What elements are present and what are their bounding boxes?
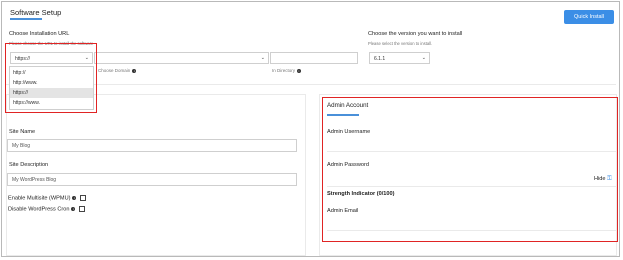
version-select[interactable]: 6.1.1 ⌄	[369, 52, 430, 64]
info-icon[interactable]: i	[71, 207, 76, 211]
highlight-protocol-box	[5, 43, 97, 113]
site-description-label: Site Description	[9, 162, 49, 168]
software-setup-panel: Software Setup Quick Install Choose Inst…	[1, 1, 620, 257]
version-selected: 6.1.1	[374, 56, 386, 62]
disable-cron-checkbox[interactable]	[79, 206, 86, 212]
installation-url-title: Choose Installation URL	[9, 31, 70, 37]
quick-install-button[interactable]: Quick Install	[564, 10, 614, 24]
site-name-label: Site Name	[9, 129, 36, 135]
multisite-checkbox[interactable]	[80, 195, 87, 201]
chevron-down-icon: ⌄	[260, 55, 265, 61]
domain-select[interactable]: ⌄	[94, 52, 269, 64]
info-icon[interactable]: i	[132, 68, 137, 73]
highlight-admin-box	[322, 97, 618, 242]
site-description-input[interactable]: My WordPress Blog	[7, 173, 297, 186]
info-icon[interactable]: i	[72, 196, 77, 200]
info-icon[interactable]: i	[297, 68, 302, 73]
version-title: Choose the version you want to install	[368, 31, 463, 37]
version-help: Please select the version to install.	[368, 41, 433, 46]
site-name-input[interactable]: My Blog	[7, 139, 297, 152]
directory-label: In Directory i	[272, 68, 302, 73]
page-title: Software Setup	[10, 8, 62, 17]
directory-input[interactable]	[270, 52, 358, 64]
section-divider	[6, 84, 616, 85]
disable-cron-option: Disable WordPress Cron i	[8, 206, 86, 212]
multisite-option: Enable Multisite (WPMU) i	[8, 195, 87, 201]
title-underline	[10, 18, 42, 20]
domain-label: Choose Domain i	[98, 68, 137, 73]
chevron-down-icon: ⌄	[421, 55, 426, 61]
